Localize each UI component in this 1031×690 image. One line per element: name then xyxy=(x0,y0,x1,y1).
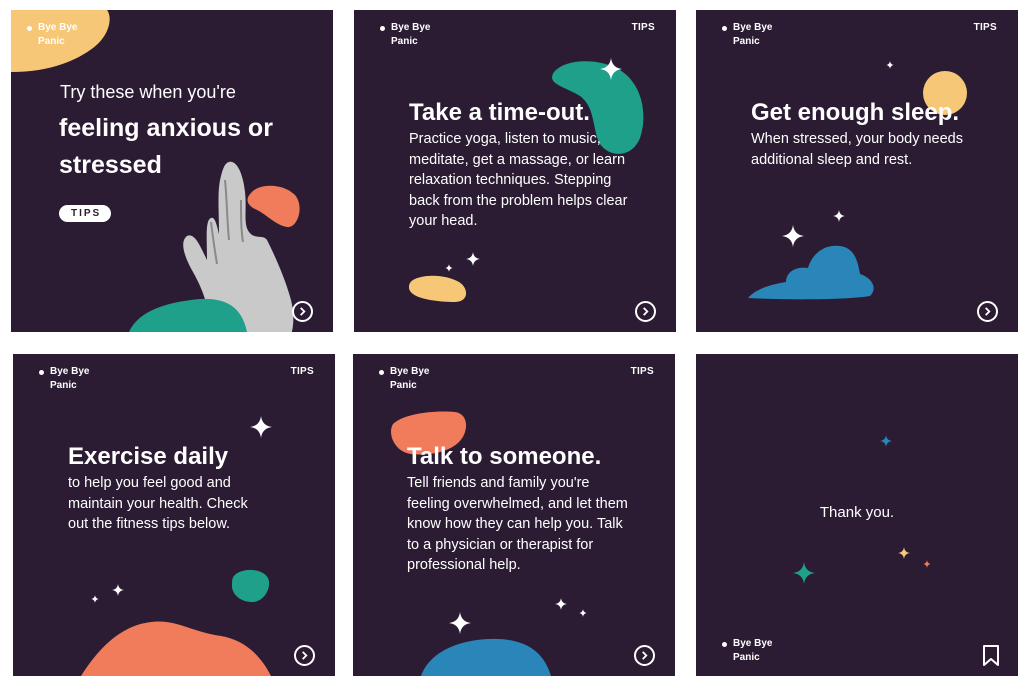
sparkle-icon xyxy=(91,595,99,603)
brand-dot xyxy=(379,370,384,375)
sparkle-icon xyxy=(579,609,587,617)
slide-body: Tell friends and family you're feeling o… xyxy=(407,475,628,574)
slide-title: Talk to someone. xyxy=(407,443,602,470)
slide-intro-text: Try these when you're xyxy=(60,82,236,102)
slide-time-out: Bye Bye Panic TIPS Take a time-out. Prac… xyxy=(354,10,676,332)
next-slide-button[interactable] xyxy=(635,301,656,322)
teal-blob xyxy=(129,298,247,332)
chevron-right-icon xyxy=(643,307,649,316)
sparkle-icon xyxy=(466,252,480,266)
tips-tag: TIPS xyxy=(631,22,655,33)
brand-logo: Bye Bye Panic xyxy=(27,21,82,49)
blue-cloud xyxy=(748,245,874,300)
brand-name: Bye Bye Panic xyxy=(390,366,430,391)
slide-exercise: Bye Bye Panic TIPS Exercise daily to hel… xyxy=(13,354,335,676)
tips-tag: TIPS xyxy=(973,22,997,33)
chevron-right-icon xyxy=(300,307,306,316)
orange-blob xyxy=(81,621,271,676)
teal-blob xyxy=(232,569,270,602)
brand-logo: Bye Bye Panic xyxy=(379,365,434,393)
yellow-blob xyxy=(409,275,466,302)
next-slide-button[interactable] xyxy=(634,645,655,666)
brand-dot xyxy=(722,26,727,31)
sparkle-icon xyxy=(445,264,453,272)
slide-title: Get enough sleep. xyxy=(751,99,960,126)
sparkle-icon xyxy=(449,612,471,634)
next-slide-button[interactable] xyxy=(292,301,313,322)
sparkle-icon xyxy=(112,584,124,596)
brand-dot xyxy=(380,26,385,31)
tips-pill: TIPS xyxy=(59,205,112,222)
brand-logo: Bye Bye Panic xyxy=(39,365,94,393)
chevron-right-icon xyxy=(642,651,648,660)
slide-talk: Bye Bye Panic TIPS Talk to someone. Tell… xyxy=(353,354,675,676)
slide-sleep: Bye Bye Panic TIPS Get enough sleep. Whe… xyxy=(696,10,1018,332)
brand-name: Bye Bye Panic xyxy=(38,22,78,47)
tips-tag: TIPS xyxy=(290,366,314,377)
thank-you-text: Thank you. xyxy=(819,504,895,521)
slide-body: Practice yoga, listen to music, meditate… xyxy=(409,131,628,230)
sparkle-icon xyxy=(250,416,272,438)
bookmark-icon[interactable] xyxy=(982,644,1000,667)
slide-title: Exercise daily xyxy=(68,443,229,470)
slide-intro: Bye Bye Panic Try these when you're feel… xyxy=(11,10,333,332)
chevron-right-icon xyxy=(985,307,991,316)
sparkle-icon xyxy=(923,560,931,568)
brand-name: Bye Bye Panic xyxy=(391,22,431,47)
sparkle-icon xyxy=(880,435,892,447)
brand-logo: Bye Bye Panic xyxy=(380,21,435,49)
brand-name: Bye Bye Panic xyxy=(733,638,773,663)
sparkle-icon xyxy=(898,547,910,559)
sparkle-icon xyxy=(793,562,815,584)
tips-tag: TIPS xyxy=(630,366,654,377)
brand-logo: Bye Bye Panic xyxy=(722,21,777,49)
sparkle-icon xyxy=(833,210,845,222)
blue-blob xyxy=(421,638,551,676)
chevron-right-icon xyxy=(302,651,308,660)
sparkle-icon xyxy=(886,61,894,69)
brand-name: Bye Bye Panic xyxy=(50,366,90,391)
slide-thank-you: Thank you. Bye Bye Panic xyxy=(696,354,1018,676)
next-slide-button[interactable] xyxy=(977,301,998,322)
brand-dot xyxy=(39,370,44,375)
slide-body: to help you feel good and maintain your … xyxy=(68,475,248,533)
slide-body: When stressed, your body needs additiona… xyxy=(751,131,963,168)
brand-logo: Bye Bye Panic xyxy=(722,637,777,665)
brand-dot xyxy=(27,26,32,31)
sparkle-icon xyxy=(555,598,567,610)
sparkle-icon xyxy=(600,58,622,80)
next-slide-button[interactable] xyxy=(294,645,315,666)
brand-name: Bye Bye Panic xyxy=(733,22,773,47)
slide-title: Take a time-out. xyxy=(409,99,590,126)
brand-dot xyxy=(722,642,727,647)
